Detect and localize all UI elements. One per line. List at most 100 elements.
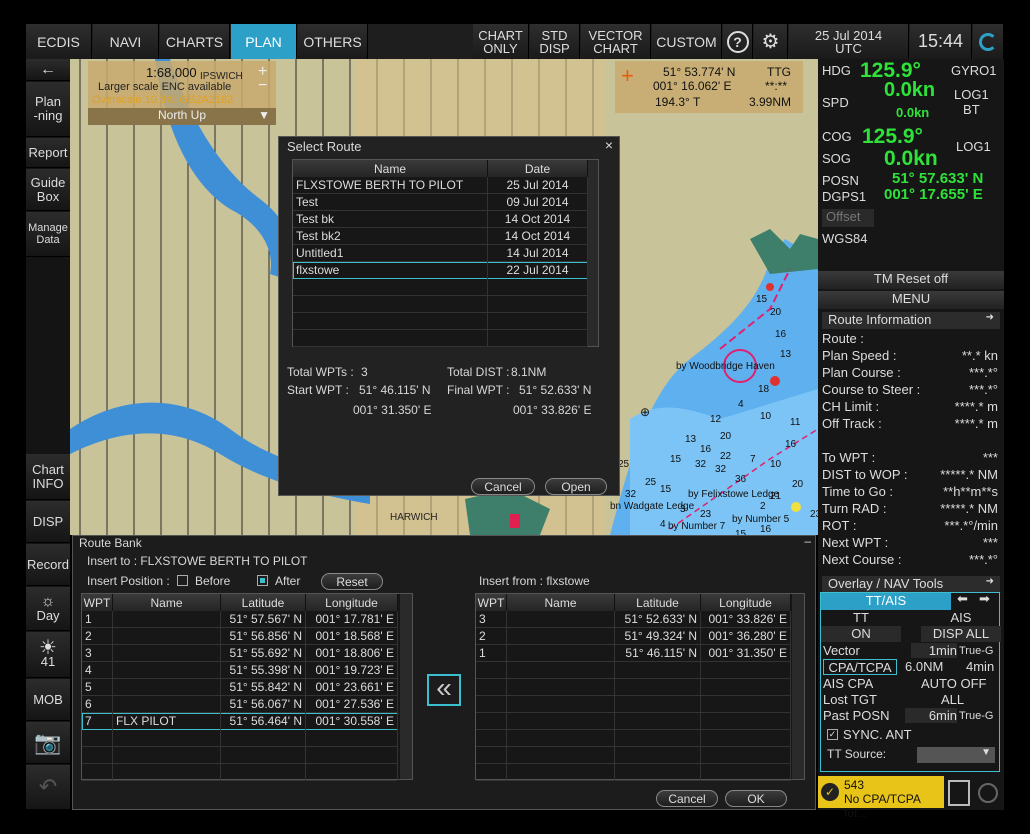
table-row[interactable]: 6 51° 56.067' N 001° 27.536' E — [82, 696, 398, 713]
table-row[interactable] — [476, 730, 791, 747]
vector-value[interactable]: 1min — [911, 643, 957, 658]
table-row[interactable]: 2 51° 49.324' N 001° 36.280' E — [476, 628, 791, 645]
spd-source[interactable]: LOG1 BT — [954, 87, 989, 117]
chart-only-button[interactable]: CHART ONLY — [473, 24, 529, 59]
custom-button[interactable]: CUSTOM — [652, 24, 722, 59]
table-row[interactable]: FLXSTOWE BERTH TO PILOT 25 Jul 2014 — [293, 177, 588, 194]
tab-navi[interactable]: NAVI — [93, 24, 159, 59]
col-name-header[interactable]: Name — [293, 160, 488, 177]
table-row[interactable] — [82, 747, 398, 764]
table-row[interactable]: 5 51° 55.842' N 001° 23.661' E — [82, 679, 398, 696]
name-header[interactable]: Name — [507, 594, 615, 611]
std-disp-button[interactable]: STD DISP — [530, 24, 580, 59]
past-posn-value[interactable]: 6min — [905, 708, 957, 723]
cog-source[interactable]: LOG1 — [956, 139, 991, 154]
tt-source-select[interactable]: ▼ — [917, 747, 995, 763]
table-row[interactable]: Test bk 14 Oct 2014 — [293, 211, 588, 228]
planning-button[interactable]: Plan -ning — [26, 82, 70, 137]
table-row[interactable]: Untitled1 14 Jul 2014 — [293, 245, 588, 262]
table-row[interactable] — [476, 713, 791, 730]
menu-button[interactable]: MENU — [818, 291, 1004, 309]
table-row[interactable] — [82, 730, 398, 747]
tm-reset-button[interactable]: TM Reset off — [818, 271, 1004, 289]
mute-icon[interactable] — [978, 783, 998, 803]
chart-info-button[interactable]: Chart INFO — [26, 454, 70, 500]
vector-mode[interactable]: True-G — [959, 645, 993, 657]
reset-button[interactable]: Reset — [321, 573, 383, 590]
undo-icon[interactable]: ↶ — [26, 765, 70, 810]
alert-banner[interactable]: ✓ 543 No CPA/TCPA for... — [818, 776, 944, 820]
wpt-header[interactable]: WPT — [476, 594, 507, 611]
table-row[interactable] — [476, 764, 791, 781]
cancel-button[interactable]: Cancel — [471, 478, 535, 495]
ais-disp-all-button[interactable]: DISP ALL — [921, 626, 1001, 642]
table-row[interactable] — [82, 764, 398, 781]
before-checkbox[interactable] — [177, 575, 188, 586]
cpa-tcpa-button[interactable]: CPA/TCPA — [823, 659, 897, 675]
table-row[interactable]: 7 FLX PILOT 51° 56.464' N 001° 30.558' E — [82, 713, 398, 730]
hdg-source[interactable]: GYRO1 — [951, 63, 997, 78]
table-row[interactable]: 1 51° 46.115' N 001° 31.350' E — [476, 645, 791, 662]
vector-chart-button[interactable]: VECTOR CHART — [581, 24, 651, 59]
table-row[interactable] — [293, 279, 588, 296]
tab-others[interactable]: OTHERS — [298, 24, 368, 59]
name-header[interactable]: Name — [113, 594, 221, 611]
table-row[interactable]: 4 51° 55.398' N 001° 19.723' E — [82, 662, 398, 679]
orientation-select[interactable]: North Up ▼ — [88, 108, 276, 125]
tab-plan[interactable]: PLAN — [231, 24, 297, 59]
after-checkbox[interactable] — [257, 575, 268, 586]
table-row[interactable] — [476, 662, 791, 679]
guide-box-button[interactable]: Guide Box — [26, 169, 70, 211]
scrollbar[interactable] — [792, 594, 804, 779]
manage-data-button[interactable]: Manage Data — [26, 212, 70, 257]
table-row[interactable]: Test bk2 14 Oct 2014 — [293, 228, 588, 245]
scrollbar[interactable] — [400, 594, 412, 779]
table-row[interactable]: 3 51° 52.633' N 001° 33.826' E — [476, 611, 791, 628]
tcpa-value[interactable]: 4min — [966, 659, 994, 674]
longitude-header[interactable]: Longitude — [306, 594, 398, 611]
minimize-icon[interactable]: – — [804, 534, 811, 548]
close-icon[interactable]: × — [605, 137, 613, 153]
table-row[interactable] — [476, 679, 791, 696]
insert-waypoints-button[interactable]: « — [427, 674, 461, 706]
latitude-header[interactable]: Latitude — [221, 594, 306, 611]
lost-tgt-value[interactable]: ALL — [941, 692, 964, 707]
table-row[interactable]: 3 51° 55.692' N 001° 18.806' E — [82, 645, 398, 662]
latitude-header[interactable]: Latitude — [615, 594, 701, 611]
scrollbar[interactable] — [588, 160, 598, 346]
brightness-button[interactable]: ☀ 41 — [26, 632, 70, 678]
table-row[interactable] — [476, 696, 791, 713]
table-row[interactable]: 1 51° 57.567' N 001° 17.781' E — [82, 611, 398, 628]
table-row[interactable] — [293, 313, 588, 330]
past-posn-mode[interactable]: True-G — [959, 710, 993, 722]
camera-icon[interactable]: 📷 — [26, 722, 70, 764]
route-info-header[interactable]: Route Information ➜ — [822, 312, 1000, 329]
alert-list-icon[interactable] — [948, 780, 970, 806]
longitude-header[interactable]: Longitude — [701, 594, 791, 611]
tt-ais-tab[interactable]: TT/AIS — [821, 593, 951, 610]
day-mode-button[interactable]: ☼ Day — [26, 587, 70, 631]
arrow-left-icon[interactable]: ⬅ — [957, 591, 968, 607]
wpt-header[interactable]: WPT — [82, 594, 113, 611]
disp-button[interactable]: DISP — [26, 501, 70, 543]
record-button[interactable]: Record — [26, 544, 70, 586]
back-arrow-button[interactable]: ← — [26, 59, 70, 81]
table-row[interactable] — [293, 330, 588, 347]
report-button[interactable]: Report — [26, 138, 70, 168]
open-button[interactable]: Open — [545, 478, 607, 495]
arrow-right-icon[interactable]: ➡ — [979, 591, 990, 607]
table-row[interactable]: flxstowe 22 Jul 2014 — [293, 262, 588, 279]
tt-on-button[interactable]: ON — [821, 626, 901, 642]
tab-ecdis[interactable]: ECDIS — [26, 24, 92, 59]
tab-charts[interactable]: CHARTS — [160, 24, 230, 59]
table-row[interactable] — [293, 296, 588, 313]
cpa-value[interactable]: 6.0NM — [905, 659, 943, 674]
mob-button[interactable]: MOB — [26, 679, 70, 721]
help-icon[interactable]: ? — [723, 24, 753, 59]
overlay-header[interactable]: Overlay / NAV Tools ➜ — [822, 576, 1000, 593]
table-row[interactable] — [476, 747, 791, 764]
ok-button[interactable]: OK — [725, 790, 787, 807]
zoom-out-button[interactable]: − — [258, 77, 267, 95]
offset-button[interactable]: Offset — [822, 209, 874, 227]
ais-cpa-value[interactable]: AUTO OFF — [921, 676, 986, 691]
